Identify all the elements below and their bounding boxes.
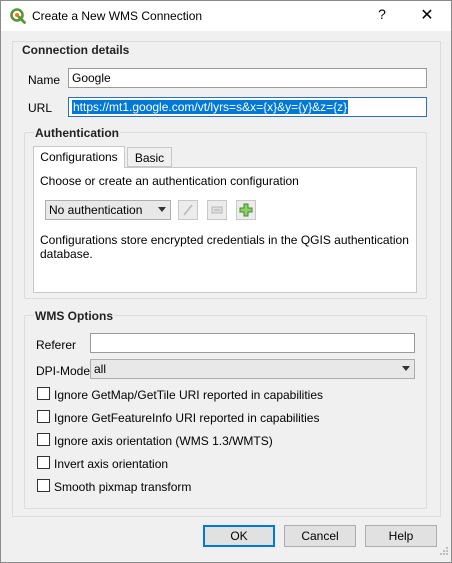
invert-axis-orientation-checkbox[interactable] xyxy=(37,456,50,469)
authentication-title: Authentication xyxy=(34,126,120,140)
connection-details-title: Connection details xyxy=(22,43,130,57)
chevron-down-icon xyxy=(158,207,166,212)
dpi-mode-value: all xyxy=(94,362,107,376)
ignore-getfeatureinfo-checkbox[interactable] xyxy=(37,410,50,423)
name-input-value: Google xyxy=(72,71,111,85)
ok-button[interactable]: OK xyxy=(203,525,275,547)
tab-configurations[interactable]: Configurations xyxy=(33,146,125,168)
dpi-mode-label: DPI-Mode xyxy=(36,364,91,378)
invert-axis-orientation-label: Invert axis orientation xyxy=(54,457,169,471)
referer-input[interactable] xyxy=(90,333,415,353)
remove-config-button[interactable] xyxy=(207,200,227,220)
wms-options-title: WMS Options xyxy=(34,309,114,323)
ignore-getfeatureinfo-label: Ignore GetFeatureInfo URI reported in ca… xyxy=(54,411,320,425)
title-bar: Create a New WMS Connection ? ✕ xyxy=(1,1,451,31)
name-input[interactable]: Google xyxy=(68,68,427,88)
url-input-value: https://mt1.google.com/vt/lyrs=s&x={x}&y… xyxy=(72,100,349,114)
tab-basic[interactable]: Basic xyxy=(127,147,172,167)
tab-basic-label: Basic xyxy=(134,151,165,165)
minus-icon xyxy=(211,206,223,214)
help-title-button[interactable]: ? xyxy=(373,6,391,26)
ignore-axis-orientation-label: Ignore axis orientation (WMS 1.3/WMTS) xyxy=(54,434,273,448)
auth-config-select[interactable]: No authentication xyxy=(45,200,171,220)
url-input[interactable]: https://mt1.google.com/vt/lyrs=s&x={x}&y… xyxy=(68,97,427,117)
chevron-down-icon xyxy=(402,366,410,371)
name-label: Name xyxy=(28,73,61,87)
qgis-logo-icon xyxy=(10,8,26,24)
auth-info-line2: database. xyxy=(40,247,93,261)
referer-label: Referer xyxy=(36,338,77,352)
window-title: Create a New WMS Connection xyxy=(32,9,203,23)
auth-config-value: No authentication xyxy=(49,203,143,217)
dialog-window: Create a New WMS Connection ? ✕ Connecti… xyxy=(0,0,452,563)
help-button[interactable]: Help xyxy=(365,525,437,547)
smooth-pixmap-checkbox[interactable] xyxy=(37,479,50,492)
cancel-button[interactable]: Cancel xyxy=(284,525,356,547)
ignore-getmap-checkbox[interactable] xyxy=(37,387,50,400)
close-button[interactable]: ✕ xyxy=(417,5,437,25)
ignore-getmap-label: Ignore GetMap/GetTile URI reported in ca… xyxy=(54,388,324,402)
dpi-mode-select[interactable]: all xyxy=(90,359,415,379)
add-config-button[interactable] xyxy=(236,200,256,220)
pencil-icon xyxy=(183,204,193,216)
auth-info-line1: Configurations store encrypted credentia… xyxy=(40,233,409,247)
smooth-pixmap-label: Smooth pixmap transform xyxy=(54,480,192,494)
auth-prompt: Choose or create an authentication confi… xyxy=(40,174,299,188)
plus-icon xyxy=(239,203,253,217)
ignore-axis-orientation-checkbox[interactable] xyxy=(37,433,50,446)
url-label: URL xyxy=(28,101,53,115)
tab-configurations-label: Configurations xyxy=(40,150,118,164)
resize-grip-icon[interactable] xyxy=(439,546,449,556)
window-edge xyxy=(445,31,451,556)
edit-config-button[interactable] xyxy=(178,200,198,220)
